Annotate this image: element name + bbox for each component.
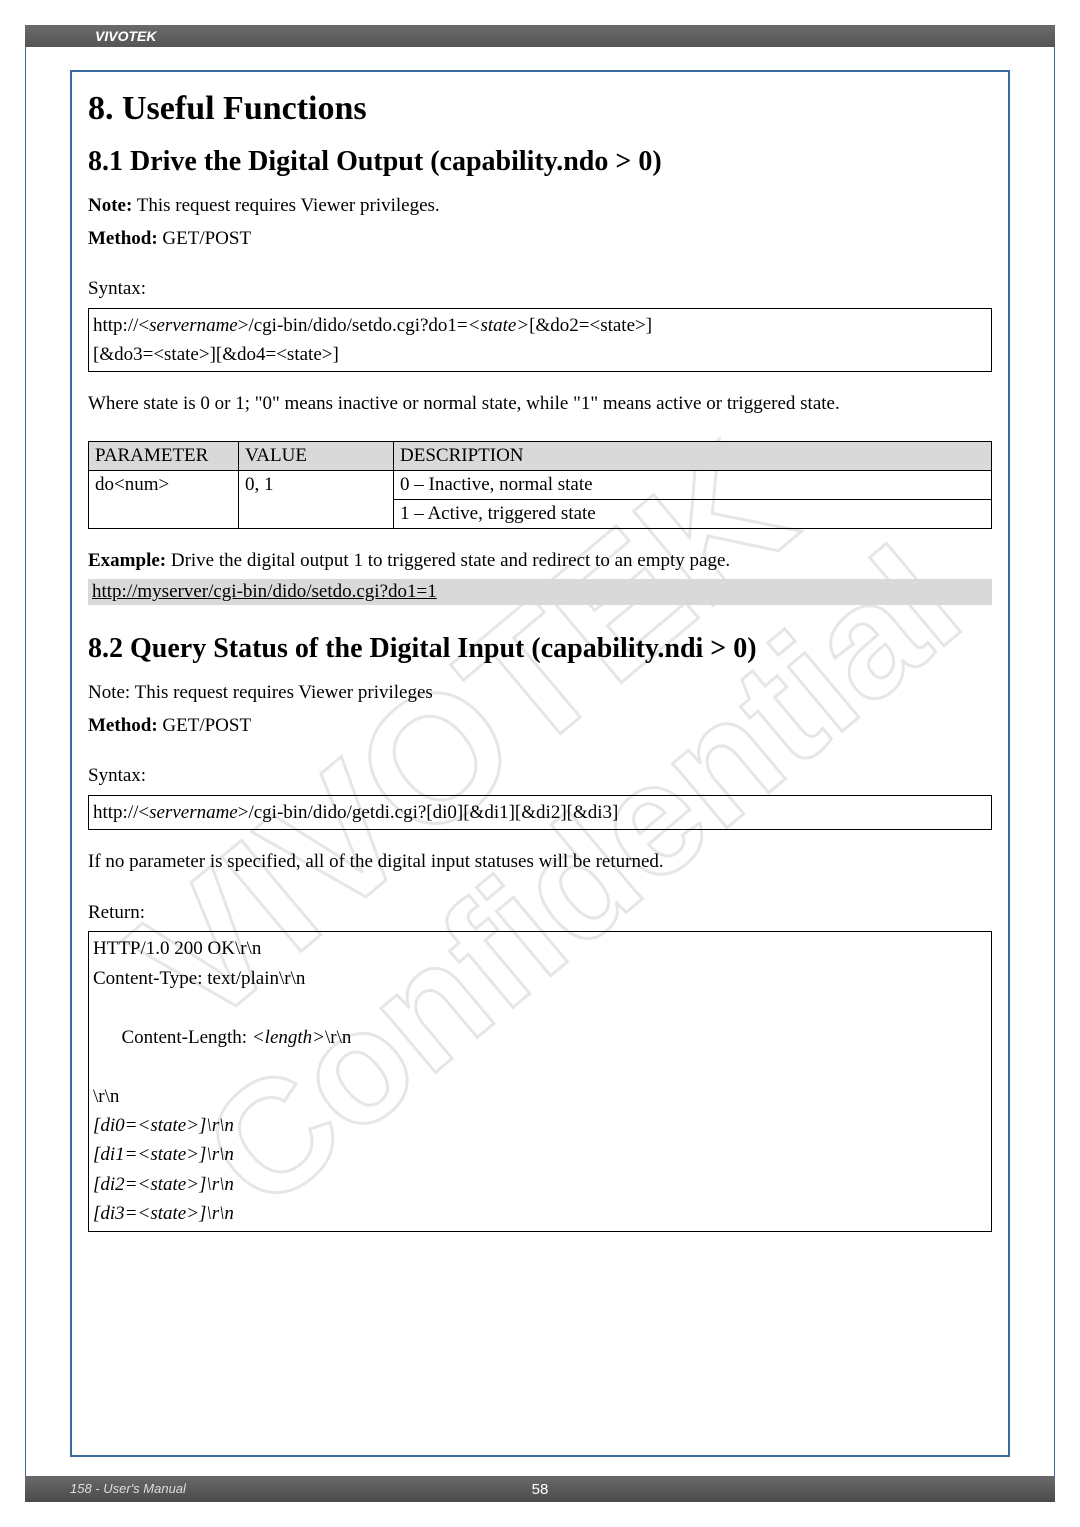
subsection-8-2-title: 8.2 Query Status of the Digital Input (c… bbox=[88, 633, 992, 665]
syntax-text: http://< bbox=[93, 802, 149, 823]
return-line: \r\n bbox=[93, 1082, 987, 1111]
example-label: Example: bbox=[88, 550, 166, 571]
footer-page-info: 158 - User's Manual bbox=[70, 1481, 186, 1496]
syntax-line-1: http://<servername>/cgi-bin/dido/setdo.c… bbox=[93, 311, 987, 340]
td-param: do<num> bbox=[89, 470, 239, 528]
table-header-row: PARAMETER VALUE DESCRIPTION bbox=[89, 441, 992, 470]
page-content: VIVOTEK Confidential 8. Useful Functions… bbox=[70, 70, 1010, 1457]
th-parameter: PARAMETER bbox=[89, 441, 239, 470]
section-title: 8. Useful Functions bbox=[88, 90, 992, 128]
return-text: \r\n bbox=[325, 1027, 351, 1048]
example-url: http://myserver/cgi-bin/dido/setdo.cgi?d… bbox=[88, 579, 992, 605]
note-line-2: Note: This request requires Viewer privi… bbox=[88, 679, 992, 708]
where-text: Where state is 0 or 1; "0" means inactiv… bbox=[88, 390, 992, 419]
syntax-line-2: [&do3=<state>][&do4=<state>] bbox=[93, 340, 987, 369]
return-text: Content-Length: bbox=[122, 1027, 252, 1048]
parameter-table: PARAMETER VALUE DESCRIPTION do<num> 0, 1… bbox=[88, 441, 992, 529]
example-text: Drive the digital output 1 to triggered … bbox=[166, 550, 730, 571]
method-text: GET/POST bbox=[158, 228, 251, 249]
return-line: Content-Length: <length>\r\n bbox=[93, 993, 987, 1081]
return-line: [di2=<state>]\r\n bbox=[93, 1170, 987, 1199]
td-value: 0, 1 bbox=[239, 470, 394, 528]
page-footer: 158 - User's Manual 58 bbox=[25, 1476, 1055, 1502]
td-desc-0: 0 – Inactive, normal state bbox=[394, 470, 992, 499]
footer-inner-page: 58 bbox=[532, 1481, 549, 1498]
syntax-text: [&do2=<state>] bbox=[529, 315, 652, 336]
method-line: Method: GET/POST bbox=[88, 225, 992, 254]
method-label: Method: bbox=[88, 228, 158, 249]
return-label: Return: bbox=[88, 899, 992, 928]
subsection-8-1-title: 8.1 Drive the Digital Output (capability… bbox=[88, 146, 992, 178]
return-length: <length> bbox=[252, 1027, 325, 1048]
syntax-box-2: http://<servername>/cgi-bin/dido/getdi.c… bbox=[88, 795, 992, 830]
method-line-2: Method: GET/POST bbox=[88, 712, 992, 741]
return-line: [di0=<state>]\r\n bbox=[93, 1111, 987, 1140]
note-label: Note: bbox=[88, 195, 132, 216]
return-box: HTTP/1.0 200 OK\r\n Content-Type: text/p… bbox=[88, 931, 992, 1231]
td-desc-1: 1 – Active, triggered state bbox=[394, 499, 992, 528]
return-line: Content-Type: text/plain\r\n bbox=[93, 964, 987, 993]
method-text: GET/POST bbox=[158, 715, 251, 736]
method-label: Method: bbox=[88, 715, 158, 736]
syntax-servername: servername bbox=[149, 315, 238, 336]
return-line: [di1=<state>]\r\n bbox=[93, 1140, 987, 1169]
syntax-text: >/cgi-bin/dido/setdo.cgi?do1= bbox=[238, 315, 468, 336]
note-text: This request requires Viewer privileges. bbox=[132, 195, 439, 216]
th-value: VALUE bbox=[239, 441, 394, 470]
syntax-servername: servername bbox=[149, 802, 238, 823]
note-line: Note: This request requires Viewer privi… bbox=[88, 192, 992, 221]
syntax-text: http://< bbox=[93, 315, 149, 336]
brand-text: VIVOTEK bbox=[95, 28, 156, 44]
return-line: [di3=<state>]\r\n bbox=[93, 1199, 987, 1228]
page-header: VIVOTEK bbox=[25, 25, 1055, 47]
syntax-text: >/cgi-bin/dido/getdi.cgi?[di0][&di1][&di… bbox=[238, 802, 619, 823]
table-row: do<num> 0, 1 0 – Inactive, normal state bbox=[89, 470, 992, 499]
syntax-label-2: Syntax: bbox=[88, 762, 992, 791]
syntax-state: <state> bbox=[468, 315, 530, 336]
syntax-label: Syntax: bbox=[88, 275, 992, 304]
example-line: Example: Drive the digital output 1 to t… bbox=[88, 547, 992, 576]
th-description: DESCRIPTION bbox=[394, 441, 992, 470]
return-line: HTTP/1.0 200 OK\r\n bbox=[93, 934, 987, 963]
ifno-text: If no parameter is specified, all of the… bbox=[88, 848, 992, 877]
syntax-box-1: http://<servername>/cgi-bin/dido/setdo.c… bbox=[88, 308, 992, 373]
